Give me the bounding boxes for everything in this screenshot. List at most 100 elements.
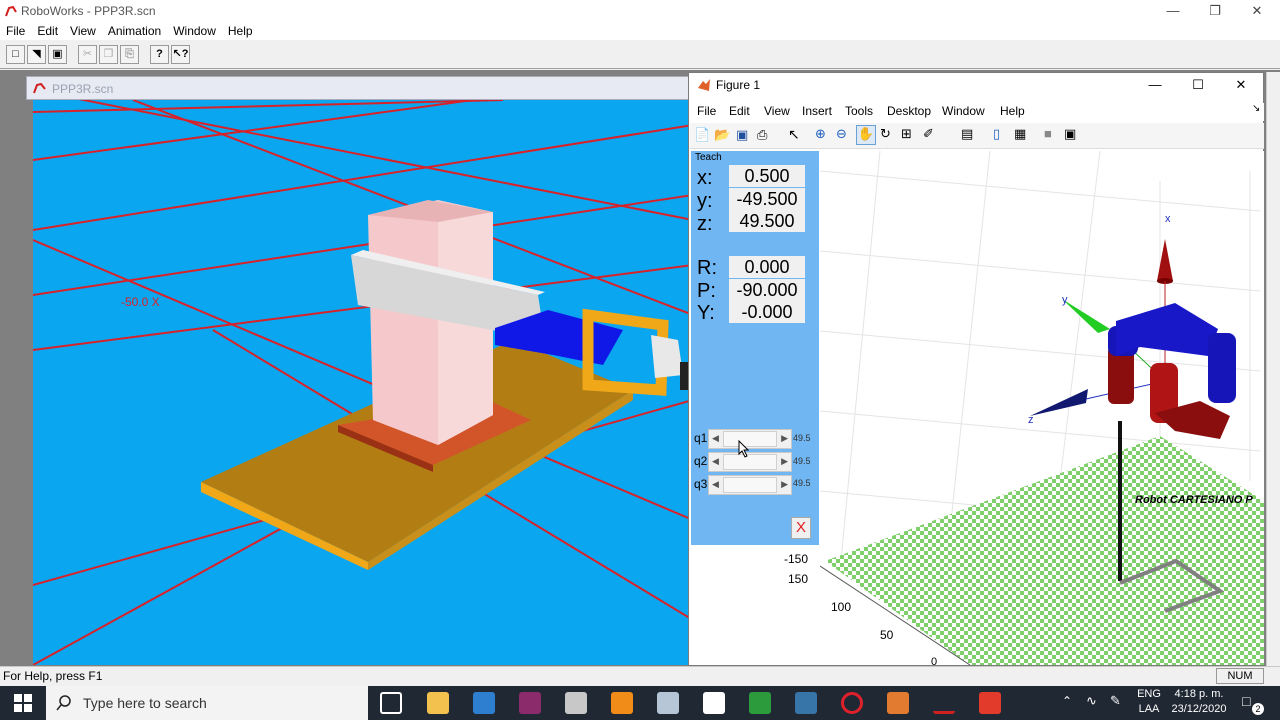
menu-help[interactable]: Help — [222, 22, 259, 40]
cut-icon[interactable]: ✂ — [78, 45, 97, 64]
q2-slider-thumb[interactable] — [723, 454, 777, 470]
q3-slider[interactable]: ◀ ▶ — [708, 475, 792, 495]
figure-close-button[interactable]: ✕ — [1220, 74, 1262, 96]
show-plot-tools-icon[interactable]: ▣ — [1064, 126, 1076, 142]
data-cursor-icon[interactable]: ⊞ — [901, 126, 912, 142]
solidworks-icon[interactable] — [565, 692, 587, 714]
help-icon[interactable]: ? — [150, 45, 169, 64]
hide-plot-tools-icon[interactable]: ■ — [1044, 126, 1052, 141]
python-icon[interactable] — [795, 692, 817, 714]
task-view-icon[interactable] — [380, 692, 402, 714]
q3-value: 49.5 — [793, 478, 811, 488]
fig-menu-tools[interactable]: Tools — [845, 104, 873, 118]
figure-toolbar: 📄 📂 ▣ ⎙ ↖ ⊕ ⊖ ✋ ↻ ⊞ ✐ ▤ ▯ ▦ ■ ▣ — [690, 123, 1264, 149]
opera-icon[interactable] — [841, 692, 863, 714]
q3-label: q3 — [694, 477, 708, 491]
scene-window-titlebar[interactable] — [26, 76, 696, 100]
fig-menu-window[interactable]: Window — [942, 104, 985, 118]
fig-menu-desktop[interactable]: Desktop — [887, 104, 931, 118]
menu-animation[interactable]: Animation — [102, 22, 167, 40]
link-plot-icon[interactable]: ▤ — [961, 126, 973, 142]
z-value: 49.500 — [729, 210, 805, 232]
q1-right-arrow-icon[interactable]: ▶ — [781, 433, 788, 444]
search-placeholder: Type here to search — [83, 695, 207, 711]
context-help-icon[interactable]: ↖? — [171, 45, 190, 64]
legend-icon[interactable]: ▦ — [1014, 126, 1026, 142]
menu-edit[interactable]: Edit — [31, 22, 64, 40]
minimize-button[interactable]: — — [1152, 0, 1194, 22]
restore-button[interactable]: ❐ — [1194, 0, 1236, 22]
brush-icon[interactable]: ✐ — [923, 126, 934, 142]
close-button[interactable]: ✕ — [1236, 0, 1278, 22]
language-indicator[interactable]: ENG LAA — [1136, 687, 1162, 717]
q1-slider-thumb[interactable] — [723, 431, 777, 447]
zoom-out-icon[interactable]: ⊖ — [836, 126, 847, 142]
pen-icon[interactable]: ✎ — [1110, 693, 1121, 709]
vlc-icon[interactable] — [611, 692, 633, 714]
notification-count-badge: 2 — [1252, 703, 1264, 715]
clock-time: 4:18 p. m. — [1174, 688, 1224, 700]
fig-menu-edit[interactable]: Edit — [729, 104, 750, 118]
file-explorer-icon[interactable] — [427, 692, 449, 714]
pitch-value: -90.000 — [729, 279, 805, 301]
q1-slider[interactable]: ◀ ▶ — [708, 429, 792, 449]
print-icon[interactable]: ⎙ — [757, 127, 767, 143]
save-file-icon[interactable]: ▣ — [48, 45, 67, 64]
menu-view[interactable]: View — [64, 22, 102, 40]
q3-slider-thumb[interactable] — [723, 477, 777, 493]
plot-render: x y z Robot CARTESIANO P — [820, 151, 1264, 665]
q1-label: q1 — [694, 431, 708, 445]
open-file-icon[interactable]: ◥ — [27, 45, 46, 64]
open-icon[interactable]: 📂 — [714, 127, 730, 143]
q2-slider[interactable]: ◀ ▶ — [708, 452, 792, 472]
roll-label: R: — [697, 257, 717, 279]
figure-minimize-button[interactable]: — — [1134, 74, 1176, 96]
q3-left-arrow-icon[interactable]: ◀ — [712, 479, 719, 490]
app-menu-bar: File Edit View Animation Window Help — [0, 22, 1280, 40]
camtasia-icon[interactable] — [979, 692, 1001, 714]
paint-icon[interactable] — [657, 692, 679, 714]
sketch-app-icon[interactable] — [703, 692, 725, 714]
new-figure-icon[interactable]: 📄 — [694, 127, 710, 143]
pan-icon[interactable]: ✋ — [856, 125, 876, 145]
network-icon[interactable]: ∿ — [1086, 693, 1097, 709]
show-hidden-icons[interactable]: ⌃ — [1062, 694, 1072, 708]
fig-menu-file[interactable]: File — [697, 104, 716, 118]
q2-left-arrow-icon[interactable]: ◀ — [712, 456, 719, 467]
colorbar-icon[interactable]: ▯ — [993, 126, 1000, 142]
fig-menu-help[interactable]: Help — [1000, 104, 1025, 118]
zoom-in-icon[interactable]: ⊕ — [815, 126, 826, 142]
acrobat-icon[interactable] — [749, 692, 771, 714]
fig-menu-view[interactable]: View — [764, 104, 790, 118]
vertical-scrollbar[interactable] — [1266, 72, 1280, 666]
q1-left-arrow-icon[interactable]: ◀ — [712, 433, 719, 444]
dock-icon[interactable]: ↘ — [1252, 103, 1260, 114]
mail-app-icon[interactable] — [473, 692, 495, 714]
scene-window-icon — [33, 82, 46, 94]
menu-window[interactable]: Window — [167, 22, 222, 40]
rotate-3d-icon[interactable]: ↻ — [880, 126, 891, 142]
paste-icon[interactable]: ⎘ — [120, 45, 139, 64]
windows-start-icon[interactable] — [14, 694, 32, 712]
teach-close-button[interactable]: X — [791, 517, 811, 539]
figure-maximize-button[interactable]: ☐ — [1177, 74, 1219, 96]
save-icon[interactable]: ▣ — [736, 127, 748, 143]
system-clock[interactable]: 4:18 p. m. 23/12/2020 — [1168, 687, 1230, 717]
3d-scene-viewport[interactable]: -50.0 X — [33, 100, 693, 665]
copy-icon[interactable]: ❐ — [99, 45, 118, 64]
scene-render: -50.0 X — [33, 100, 693, 665]
pointer-icon[interactable]: ↖ — [788, 126, 800, 143]
tick-label: -150 — [784, 552, 809, 566]
q2-right-arrow-icon[interactable]: ▶ — [781, 456, 788, 467]
matlab-taskbar-icon[interactable] — [887, 692, 909, 714]
menu-file[interactable]: File — [0, 22, 31, 40]
q3-right-arrow-icon[interactable]: ▶ — [781, 479, 788, 490]
fig-menu-insert[interactable]: Insert — [802, 104, 832, 118]
notifications-icon[interactable]: □ — [1242, 693, 1250, 709]
robot-3d-plot[interactable]: x y z Robot CARTESIANO P — [820, 151, 1264, 665]
q2-value: 49.5 — [793, 456, 811, 466]
roboworks-taskbar-icon[interactable] — [933, 692, 955, 714]
winrar-icon[interactable] — [519, 692, 541, 714]
figure-menu-bar: File Edit View Insert Tools Desktop Wind… — [690, 103, 1264, 121]
new-file-icon[interactable]: □ — [6, 45, 25, 64]
